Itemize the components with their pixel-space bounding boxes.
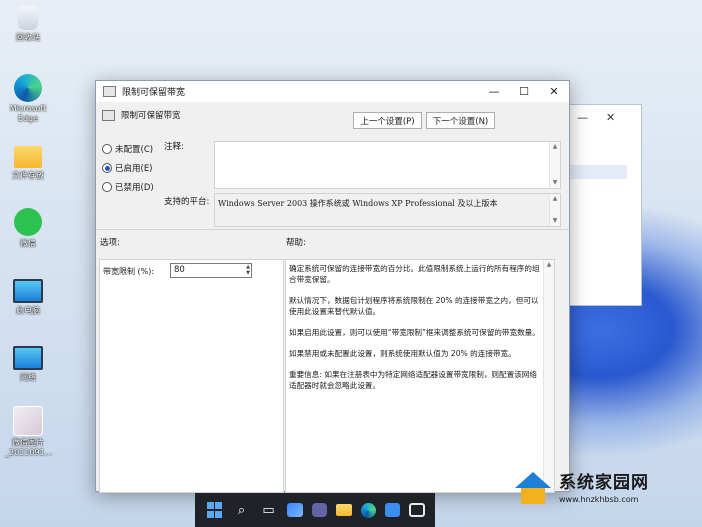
dialog-header: 限制可保留带宽 [102,109,181,121]
radio-disabled[interactable]: 已禁用(D) [102,181,154,193]
scroll-up-icon[interactable]: ▲ [544,260,554,270]
help-label: 帮助: [286,238,306,248]
network-icon [13,346,43,370]
watermark: 系统家园网 www.hnzkhbsb.com [513,452,698,520]
scroll-down-icon[interactable]: ▼ [550,216,560,226]
store-icon[interactable] [384,503,400,517]
spin-down-icon[interactable]: ▼ [246,270,250,276]
desktop-icon-label: 微信图片_2021091... [5,438,53,457]
header-title: 限制可保留带宽 [121,111,181,121]
desktop-icon-folder[interactable]: 文件存放 [2,142,54,181]
desktop-icon-label: 此电脑 [16,306,40,315]
comment-textarea[interactable]: ▲ ▼ [214,141,561,189]
recycle-bin-icon [18,6,38,30]
comment-scrollbar[interactable]: ▲ ▼ [549,142,560,188]
dialog-title: 限制可保留带宽 [122,88,186,98]
image-file-icon [13,406,43,436]
background-minimize-button[interactable]: — [577,111,588,124]
chat-icon[interactable] [311,503,327,517]
previous-setting-button[interactable]: 上一个设置(P) [353,112,422,129]
platform-box: Windows Server 2003 操作系统或 Windows XP Pro… [214,193,561,227]
desktop-icon-label: 文件存放 [12,171,44,180]
close-button[interactable]: ✕ [539,81,569,102]
bandwidth-limit-spinbox[interactable]: 80 ▲ ▼ [170,263,252,278]
taskbar: ⌕ ▭ [195,493,435,527]
scroll-down-icon[interactable]: ▼ [550,178,560,188]
help-paragraph: 确定系统可保留的连接带宽的百分比。此值限制系统上运行的所有程序的组合带宽保留。 [289,264,540,284]
radio-circle [102,182,112,192]
desktop-icon-recycle-bin[interactable]: 回收站 [2,6,54,43]
divider [96,229,569,230]
scroll-up-icon[interactable]: ▲ [550,194,560,204]
comment-label: 注释: [164,142,184,152]
platform-scrollbar[interactable]: ▲ ▼ [549,194,560,226]
radio-label: 未配置(C) [115,145,154,155]
desktop-icon-label: 回收站 [16,33,40,42]
search-icon[interactable]: ⌕ [233,501,251,519]
help-paragraph: 默认情况下，数据包计划程序将系统限制在 20% 的连接带宽之内，但可以使用此设置… [289,296,539,316]
next-setting-button[interactable]: 下一个设置(N) [426,112,495,129]
radio-not-configured[interactable]: 未配置(C) [102,143,153,155]
file-explorer-icon[interactable] [335,504,352,516]
radio-enabled[interactable]: 已启用(E) [102,162,153,174]
help-paragraph: 如果禁用或未配置此设置，则系统使用默认值为 20% 的连接带宽。 [289,349,516,358]
platform-value: Windows Server 2003 操作系统或 Windows XP Pro… [218,199,498,208]
desktop-icon-network[interactable]: 网络 [2,342,54,383]
radio-circle [102,144,112,154]
options-label: 选项: [100,238,120,248]
wechat-icon [14,208,42,236]
policy-icon [102,109,115,121]
watermark-name: 系统家园网 [559,473,649,493]
radio-circle-selected [102,163,112,173]
platform-label: 支持的平台: [164,197,210,207]
desktop-icon-edge[interactable]: Microsoft Edge [2,74,54,124]
background-selection-bar [567,165,627,179]
desktop-icon-label: 网络 [20,373,36,382]
dialog-titlebar[interactable]: 限制可保留带宽 — ☐ ✕ [96,81,569,102]
desktop-icon-label: Microsoft Edge [9,104,47,123]
task-view-icon[interactable]: ▭ [260,501,278,519]
edge-icon [14,74,42,102]
background-close-button[interactable]: ✕ [606,111,615,124]
help-text: 确定系统可保留的连接带宽的百分比。此值限制系统上运行的所有程序的组合带宽保留。 … [289,263,540,401]
this-pc-icon [13,279,43,303]
scroll-up-icon[interactable]: ▲ [550,142,560,152]
widgets-icon[interactable] [286,503,303,517]
help-paragraph: 重要信息: 如果在注册表中为特定网络适配器设置带宽限制，则配置该网络适配器时就会… [289,370,537,390]
bandwidth-limit-value: 80 [174,265,185,275]
desktop-icon-image-file[interactable]: 微信图片_2021091... [2,406,54,458]
desktop-icon-label: 微信 [20,239,36,248]
radio-label: 已禁用(D) [115,183,154,193]
radio-label: 已启用(E) [115,164,153,174]
options-panel: 带宽限制 (%): 80 ▲ ▼ [99,259,284,493]
minimize-button[interactable]: — [479,81,509,102]
bandwidth-limit-label: 带宽限制 (%): [103,267,155,276]
watermark-url: www.hnzkhbsb.com [559,495,639,504]
edge-icon[interactable] [360,502,376,518]
policy-icon [103,86,116,97]
house-logo-icon [513,466,553,506]
desktop-icon-this-pc[interactable]: 此电脑 [2,275,54,316]
desktop-icon-wechat[interactable]: 微信 [2,208,54,249]
maximize-button[interactable]: ☐ [509,81,539,102]
snipping-icon[interactable] [408,503,425,517]
help-paragraph: 如果启用此设置，则可以使用“带宽限制”框来调整系统可保留的带宽数量。 [289,328,540,337]
folder-icon [14,146,42,168]
windows-start-icon[interactable] [206,501,224,519]
policy-dialog: 限制可保留带宽 — ☐ ✕ 限制可保留带宽 上一个设置(P) 下一个设置(N) … [95,80,570,493]
